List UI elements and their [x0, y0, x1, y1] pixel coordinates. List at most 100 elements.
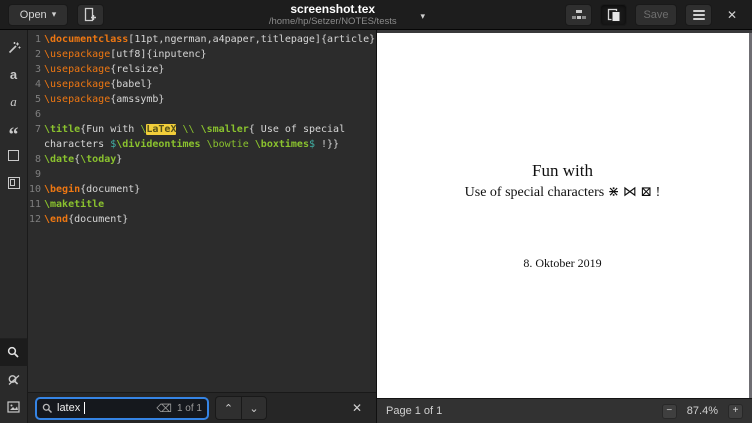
find-replace-button[interactable] — [0, 366, 28, 393]
pdf-document-title: Fun with — [377, 161, 748, 181]
line-number: 5 — [28, 92, 41, 107]
line-number: 12 — [28, 212, 41, 227]
line-number — [28, 137, 41, 152]
pdf-preview-pane: Fun with Use of special characters ⋇ ⋈ ⊠… — [376, 30, 752, 423]
code-line: 5\usepackage{amssymb} — [28, 92, 376, 107]
search-query-text: latex — [57, 402, 80, 414]
code-lines: 1\documentclass[11pt,ngerman,a4paper,tit… — [28, 32, 376, 227]
find-replace-icon — [7, 373, 21, 386]
code-line: 9 — [28, 167, 376, 182]
code-editor[interactable]: 1\documentclass[11pt,ngerman,a4paper,tit… — [28, 30, 376, 392]
line-number: 8 — [28, 152, 41, 167]
menu-button[interactable] — [685, 4, 712, 26]
framed-square-icon — [8, 177, 20, 189]
search-button[interactable] — [0, 339, 28, 366]
app-window: Open ▾ screenshot.tex /home/hp/Setzer/NO… — [0, 0, 752, 423]
search-icon — [7, 346, 20, 359]
search-nav-group: ⌃ ⌄ — [215, 396, 267, 420]
letter-a-italic-icon: a — [10, 94, 17, 110]
zoom-controls: − 87.4% + — [662, 404, 743, 419]
search-icon — [42, 403, 53, 414]
close-button[interactable]: ✕ — [720, 4, 744, 26]
zoom-in-button[interactable]: + — [728, 404, 743, 419]
code-line: 2\usepackage[utf8]{inputenc} — [28, 47, 376, 62]
code-line: 12\end{document} — [28, 212, 376, 227]
close-search-button[interactable]: ✕ — [345, 397, 369, 419]
line-number: 10 — [28, 182, 41, 197]
sidebar-button-text[interactable]: a — [0, 61, 28, 88]
document-title-button[interactable]: screenshot.tex /home/hp/Setzer/NOTES/tes… — [255, 2, 425, 27]
preview-top-strip — [377, 30, 752, 33]
close-icon: ✕ — [352, 401, 362, 415]
next-match-button[interactable]: ⌄ — [241, 396, 267, 420]
line-number: 11 — [28, 197, 41, 212]
minus-icon: − — [666, 406, 672, 416]
code-line: 3\usepackage{relsize} — [28, 62, 376, 77]
image-icon — [7, 401, 20, 413]
pdf-title-block: Fun with Use of special characters ⋇ ⋈ ⊠… — [377, 161, 748, 201]
code-line: 6 — [28, 107, 376, 122]
open-button[interactable]: Open ▾ — [8, 4, 68, 26]
match-count: 1 of 1 — [177, 403, 202, 414]
search-match-highlight: LaTeX — [146, 124, 176, 135]
pdf-document-subtitle: Use of special characters ⋇ ⋈ ⊠ ! — [377, 184, 748, 201]
symbols-sidebar: a a “ — [0, 30, 28, 423]
sidebar-button-wizard[interactable] — [0, 34, 28, 61]
chevron-down-icon: ▾ — [420, 12, 425, 21]
chevron-down-icon: ▾ — [52, 10, 57, 19]
clear-search-icon[interactable]: ⌫ — [156, 402, 172, 415]
wand-icon — [7, 41, 21, 55]
sidebar-button-square[interactable] — [0, 142, 28, 169]
editor-column: 1\documentclass[11pt,ngerman,a4paper,tit… — [28, 30, 376, 423]
code-line: 8\date{\today} — [28, 152, 376, 167]
preview-pages-icon — [607, 8, 621, 22]
plus-icon: + — [733, 406, 739, 416]
code-line: 1\documentclass[11pt,ngerman,a4paper,tit… — [28, 32, 376, 47]
code-line: 4\usepackage{babel} — [28, 77, 376, 92]
sidebar-bottom-group — [0, 338, 27, 423]
letter-a-bold-icon: a — [10, 67, 17, 82]
pdf-document-date: 8. Oktober 2019 — [377, 256, 748, 271]
search-bar: latex ⌫ 1 of 1 ⌃ ⌄ ✕ — [28, 392, 376, 423]
code-line: 10\begin{document} — [28, 182, 376, 197]
code-line: 7\title{Fun with \LaTeX \\ \smaller{ Use… — [28, 122, 376, 137]
line-number: 9 — [28, 167, 41, 182]
document-title: screenshot.tex — [255, 2, 410, 16]
save-button-label: Save — [643, 9, 668, 21]
new-document-button[interactable] — [77, 4, 104, 26]
chevron-down-icon: ⌄ — [249, 402, 258, 415]
code-line: characters $\divideontimes \bowtie \boxt… — [28, 137, 376, 152]
document-path: /home/hp/Setzer/NOTES/tests — [255, 16, 410, 27]
text-cursor — [84, 402, 85, 414]
line-number: 3 — [28, 62, 41, 77]
sidebar-button-frame[interactable] — [0, 169, 28, 196]
square-icon — [8, 150, 19, 161]
line-number: 4 — [28, 77, 41, 92]
preview-toggle-button[interactable] — [600, 4, 627, 26]
main-content: a a “ — [0, 30, 752, 423]
close-icon: ✕ — [727, 8, 737, 22]
chevron-up-icon: ⌃ — [224, 402, 233, 415]
new-document-icon — [84, 7, 97, 22]
sidebar-button-quotes[interactable]: “ — [0, 115, 28, 142]
save-button[interactable]: Save — [635, 4, 677, 26]
header-bar: Open ▾ screenshot.tex /home/hp/Setzer/NO… — [0, 0, 752, 30]
image-panel-button[interactable] — [0, 393, 28, 420]
page-indicator: Page 1 of 1 — [386, 405, 442, 417]
zoom-level: 87.4% — [687, 405, 718, 417]
hamburger-icon — [693, 14, 705, 16]
line-number: 1 — [28, 32, 41, 47]
code-line: 11\maketitle — [28, 197, 376, 212]
preview-status-bar: Page 1 of 1 − 87.4% + — [377, 398, 752, 423]
previous-match-button[interactable]: ⌃ — [215, 396, 241, 420]
open-button-label: Open — [20, 9, 47, 21]
build-log-icon — [572, 9, 586, 21]
line-number: 6 — [28, 107, 41, 122]
line-number: 2 — [28, 47, 41, 62]
line-number: 7 — [28, 122, 41, 137]
build-log-button[interactable] — [565, 4, 592, 26]
zoom-out-button[interactable]: − — [662, 404, 677, 419]
search-input[interactable]: latex ⌫ 1 of 1 — [35, 397, 209, 420]
sidebar-button-italic-text[interactable]: a — [0, 88, 28, 115]
pdf-page[interactable]: Fun with Use of special characters ⋇ ⋈ ⊠… — [377, 30, 752, 398]
